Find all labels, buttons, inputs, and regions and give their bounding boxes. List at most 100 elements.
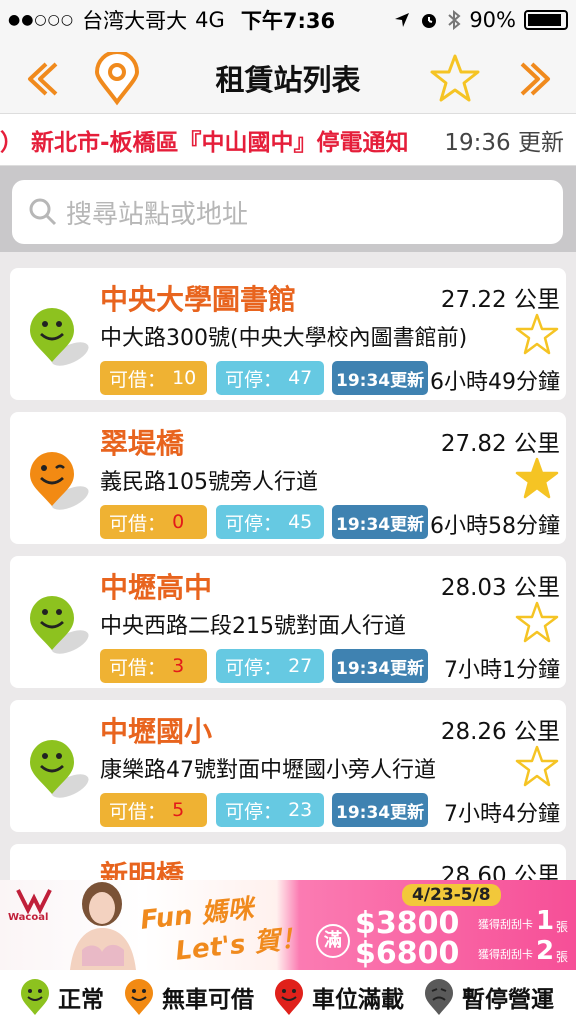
station-status-icon: [30, 740, 89, 798]
borrow-label: 可借：: [109, 512, 167, 535]
update-time-badge: 19:34更新: [332, 793, 428, 827]
advertisement-banner[interactable]: Wacoal Fun 媽咪 Let's 賀！ 4/23-5/8 滿 $3800 …: [0, 880, 576, 971]
update-time-badge: 19:34更新: [332, 361, 428, 395]
station-status-icon: [30, 596, 89, 654]
ad-unit-1: 張: [556, 920, 569, 934]
borrow-label: 可借：: [109, 656, 167, 679]
available-bikes-count: 3: [172, 655, 185, 677]
ad-gift-text-2: 獲得刮刮卡: [478, 948, 533, 961]
search-bar-area: 搜尋站點或地址: [0, 166, 576, 252]
legend-label: 車位滿載: [312, 987, 404, 1013]
favorite-star-icon[interactable]: [514, 456, 560, 502]
update-time-badge: 19:34更新: [332, 649, 428, 683]
travel-duration: 6小時58分鐘: [430, 514, 560, 539]
borrow-label: 可借：: [109, 800, 167, 823]
favorite-star-icon[interactable]: [514, 312, 560, 358]
legend-label: 暫停營運: [462, 987, 554, 1013]
park-label: 可停：: [225, 800, 283, 823]
borrow-label: 可借：: [109, 368, 167, 391]
announcement-text[interactable]: ） 新北市-板橋區『中山國中』停電通知: [0, 123, 434, 157]
station-name: 翠堤橋: [100, 427, 185, 460]
available-docks-badge: 可停： 47: [216, 361, 324, 395]
ad-unit-2: 張: [556, 950, 569, 964]
search-input[interactable]: 搜尋站點或地址: [12, 180, 563, 244]
station-card[interactable]: 翠堤橋 27.82 公里 義民路105號旁人行道 可借： 0 可停： 45 19:34更新…: [10, 412, 566, 544]
legend-label: 正常: [58, 987, 104, 1013]
battery-icon: [524, 10, 568, 30]
available-bikes-badge: 可借： 0: [100, 505, 207, 539]
search-placeholder: 搜尋站點或地址: [66, 199, 249, 230]
ad-amount-2: $6800: [355, 936, 460, 971]
travel-duration: 7小時1分鐘: [444, 658, 560, 683]
legend-suspended: 暫停營運: [422, 977, 554, 1017]
network-type: 4G: [195, 8, 225, 32]
travel-duration: 7小時4分鐘: [444, 802, 560, 827]
station-address: 中大路300號(中央大學校內圖書館前): [100, 326, 468, 351]
announcement-update-time: 19:36 更新: [444, 129, 564, 156]
legend-no-bikes: 無車可借: [122, 977, 254, 1017]
available-bikes-count: 5: [172, 799, 185, 821]
status-bar: ●●○○○ 台湾大哥大 4G 下午7:36 90%: [0, 0, 576, 40]
station-card[interactable]: 中央大學圖書館 27.22 公里 中大路300號(中央大學校內圖書館前) 可借： 10…: [10, 268, 566, 400]
station-address: 義民路105號旁人行道: [100, 470, 318, 495]
location-arrow-icon: [395, 13, 410, 27]
station-distance: 28.26 公里: [440, 719, 560, 745]
legend-label: 無車可借: [162, 987, 254, 1013]
legend-normal: 正常: [18, 977, 104, 1017]
favorite-star-icon[interactable]: [514, 600, 560, 646]
ad-brand: Wacoal: [8, 912, 49, 923]
park-label: 可停：: [225, 512, 283, 535]
available-docks-badge: 可停： 23: [216, 793, 324, 827]
available-docks-count: 45: [288, 511, 313, 533]
available-bikes-badge: 可借： 5: [100, 793, 207, 827]
alarm-icon: [422, 14, 437, 28]
available-bikes-badge: 可借： 3: [100, 649, 207, 683]
station-status-icon: [30, 452, 89, 510]
park-label: 可停：: [225, 656, 283, 679]
station-address: 中央西路二段215號對面人行道: [100, 614, 406, 639]
station-distance: 27.82 公里: [440, 431, 560, 457]
ad-gift-text-1: 獲得刮刮卡: [478, 918, 533, 931]
ad-threshold-badge: 滿: [316, 924, 350, 958]
legend-full: 車位滿載: [272, 977, 404, 1017]
bluetooth-icon: [448, 10, 461, 30]
carrier-name: 台湾大哥大: [82, 9, 188, 33]
station-name: 中壢國小: [100, 715, 213, 748]
update-time-badge: 19:34更新: [332, 505, 428, 539]
ad-date: 4/23-5/8: [402, 884, 501, 906]
station-address: 康樂路47號對面中壢國小旁人行道: [100, 758, 436, 783]
wacoal-logo: [16, 889, 52, 914]
ad-count-1: 1: [536, 906, 555, 936]
travel-duration: 6小時49分鐘: [430, 370, 560, 395]
station-distance: 28.03 公里: [440, 575, 560, 601]
legend-status-icon: [425, 979, 453, 1015]
station-name: 中壢高中: [100, 571, 213, 604]
available-docks-count: 23: [288, 799, 313, 821]
available-docks-badge: 可停： 27: [216, 649, 324, 683]
legend-status-icon: [125, 979, 153, 1015]
ad-count-2: 2: [536, 936, 555, 966]
search-icon: [29, 198, 57, 226]
page-title: 租賃站列表: [215, 63, 361, 97]
park-label: 可停：: [225, 368, 283, 391]
favorite-star-icon[interactable]: [514, 744, 560, 790]
available-bikes-count: 10: [172, 367, 197, 389]
ad-model-photo: [70, 882, 136, 970]
chevron-right-icon[interactable]: [508, 52, 562, 106]
station-card[interactable]: 中壢高中 28.03 公里 中央西路二段215號對面人行道 可借： 3 可停： 27 19…: [10, 556, 566, 688]
available-docks-count: 47: [288, 367, 313, 389]
available-docks-badge: 可停： 45: [216, 505, 324, 539]
available-docks-count: 27: [288, 655, 313, 677]
available-bikes-count: 0: [172, 511, 185, 533]
station-distance: 27.22 公里: [440, 287, 560, 313]
station-card[interactable]: 中壢國小 28.26 公里 康樂路47號對面中壢國小旁人行道 可借： 5 可停： 23 1…: [10, 700, 566, 832]
status-legend: 正常 無車可借 車位滿載 暫停營運: [0, 970, 576, 1024]
battery-percent: 90%: [469, 8, 516, 32]
favorite-star-icon[interactable]: [428, 52, 482, 106]
available-bikes-badge: 可借： 10: [100, 361, 207, 395]
navigation-bar: 租賃站列表: [0, 40, 576, 114]
legend-status-icon: [275, 979, 303, 1015]
signal-strength: ●●○○○: [8, 12, 75, 28]
legend-status-icon: [21, 979, 49, 1015]
announcement-ticker[interactable]: ） 新北市-板橋區『中山國中』停電通知 19:36 更新: [0, 114, 576, 166]
